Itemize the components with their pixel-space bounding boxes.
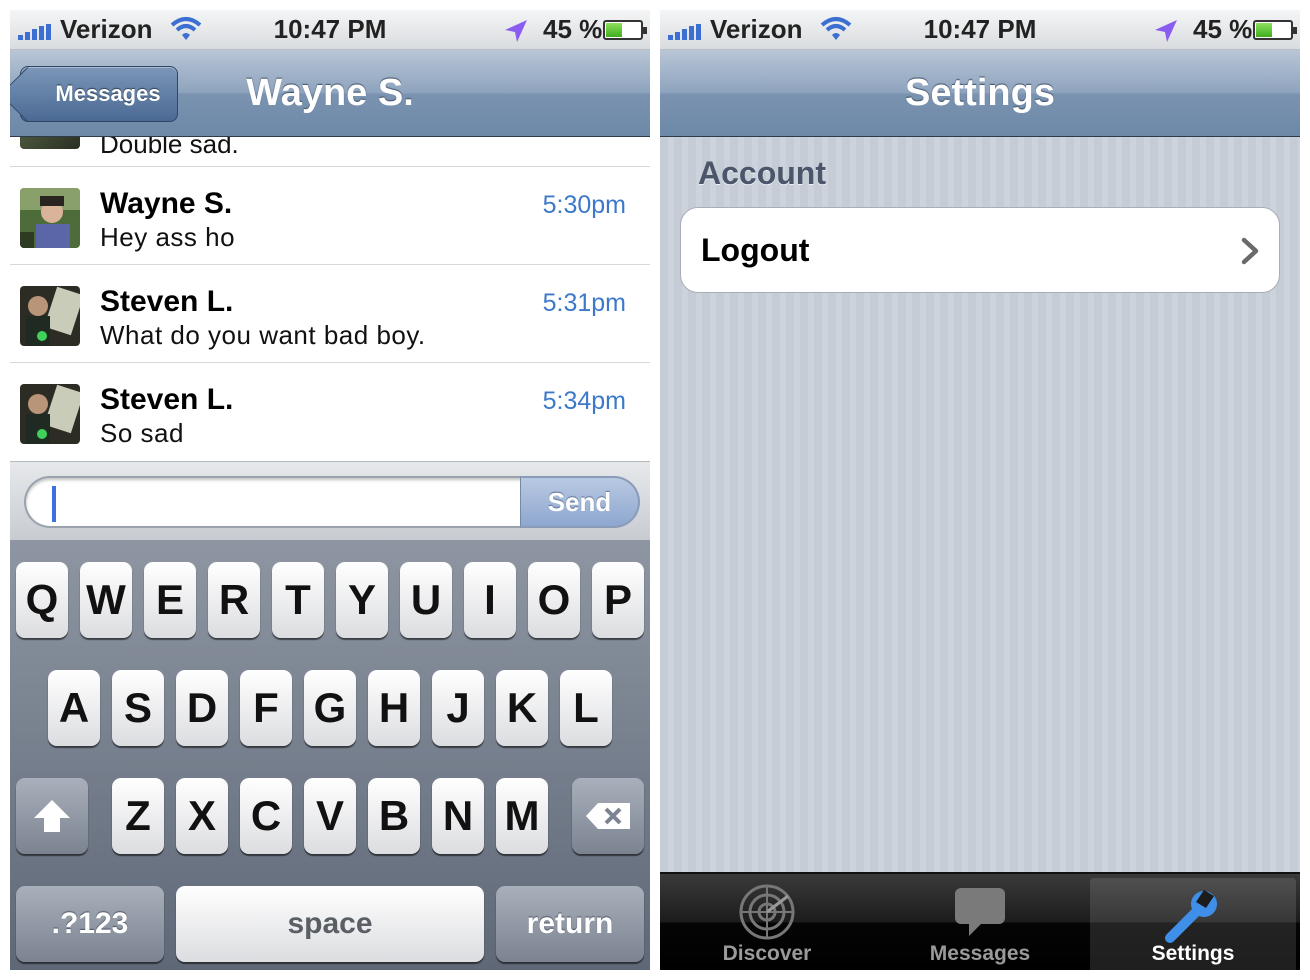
battery-percent: 45 % [543,14,603,44]
message-text: Double sad. [100,137,239,159]
tab-label: Messages [929,942,1031,965]
key-z[interactable]: Z [112,778,164,854]
list-item[interactable]: Wayne S. Hey ass ho 5:30pm [10,167,650,265]
key-p[interactable]: P [592,562,644,638]
tab-label: Discover [722,942,812,965]
message-time: 5:34pm [542,387,626,415]
key-e[interactable]: E [144,562,196,638]
message-input[interactable] [24,476,524,528]
text-caret [52,486,56,522]
key-n[interactable]: N [432,778,484,854]
battery-percent: 45 % [1193,14,1253,44]
avatar [20,188,80,248]
shift-arrow-icon [34,800,70,832]
sender-name: Wayne S. [100,187,233,220]
location-arrow-icon [1155,20,1177,42]
page-title: Settings [905,72,1055,114]
location-arrow-icon [505,20,527,42]
send-button[interactable]: Send [520,476,640,528]
settings-screen: Verizon 10:47 PM 45 % Settings Account L… [660,10,1300,970]
numbers-key[interactable]: .?123 [16,886,164,962]
key-d[interactable]: D [176,670,228,746]
sender-name: Steven L. [100,383,234,416]
key-k[interactable]: K [496,670,548,746]
message-text: So sad [100,418,184,448]
tab-bar: Discover Messages Settings [660,872,1300,970]
key-y[interactable]: Y [336,562,388,638]
keyboard: Q W E R T Y U I O P A S D F G H J K L Z … [10,540,650,970]
list-item[interactable]: Double sad. [10,137,650,167]
compose-bar: Send [10,461,650,540]
status-bar: Verizon 10:47 PM 45 % [660,10,1300,50]
message-text: Hey ass ho [100,222,236,252]
settings-table: Account Logout [660,137,1300,872]
key-s[interactable]: S [112,670,164,746]
key-b[interactable]: B [368,778,420,854]
key-m[interactable]: M [496,778,548,854]
key-j[interactable]: J [432,670,484,746]
radar-icon [739,884,795,940]
delete-key[interactable] [572,778,644,854]
chevron-right-icon [1241,237,1259,265]
list-item[interactable]: Steven L. What do you want bad boy. 5:31… [10,265,650,363]
back-button[interactable]: Messages [20,66,178,122]
battery-icon [603,20,647,40]
chat-screen: Verizon 10:47 PM 45 % Messages Wayne S. … [10,10,650,970]
status-bar: Verizon 10:47 PM 45 % [10,10,650,50]
tab-discover[interactable]: Discover [664,874,870,970]
key-g[interactable]: G [304,670,356,746]
key-t[interactable]: T [272,562,324,638]
battery-icon [1253,20,1297,40]
space-key[interactable]: space [176,886,484,962]
avatar [20,384,80,444]
return-key[interactable]: return [496,886,644,962]
list-item[interactable]: Steven L. So sad 5:34pm [10,363,650,461]
tab-messages[interactable]: Messages [877,874,1083,970]
key-q[interactable]: Q [16,562,68,638]
section-header: Account [698,155,826,191]
sender-name: Steven L. [100,285,234,318]
key-l[interactable]: L [560,670,612,746]
key-h[interactable]: H [368,670,420,746]
key-c[interactable]: C [240,778,292,854]
key-i[interactable]: I [464,562,516,638]
message-text: What do you want bad boy. [100,320,426,350]
avatar [20,137,80,149]
tab-label: Settings [1151,942,1235,965]
key-r[interactable]: R [208,562,260,638]
message-time: 5:31pm [542,289,626,317]
key-u[interactable]: U [400,562,452,638]
logout-row[interactable]: Logout [680,207,1280,293]
avatar [20,286,80,346]
wrench-icon [1165,890,1217,943]
key-v[interactable]: V [304,778,356,854]
key-w[interactable]: W [80,562,132,638]
key-o[interactable]: O [528,562,580,638]
shift-key[interactable] [16,778,88,854]
backspace-icon [586,803,630,829]
logout-label: Logout [701,232,810,268]
message-time: 5:30pm [542,191,626,219]
key-f[interactable]: F [240,670,292,746]
key-x[interactable]: X [176,778,228,854]
nav-bar: Messages Wayne S. [10,50,650,137]
speech-bubble-icon [955,888,1005,936]
tab-settings[interactable]: Settings [1090,878,1296,970]
nav-bar: Settings [660,50,1300,137]
message-list[interactable]: Double sad. Wayne S. Hey ass ho 5:30pm S… [10,137,650,461]
key-a[interactable]: A [48,670,100,746]
